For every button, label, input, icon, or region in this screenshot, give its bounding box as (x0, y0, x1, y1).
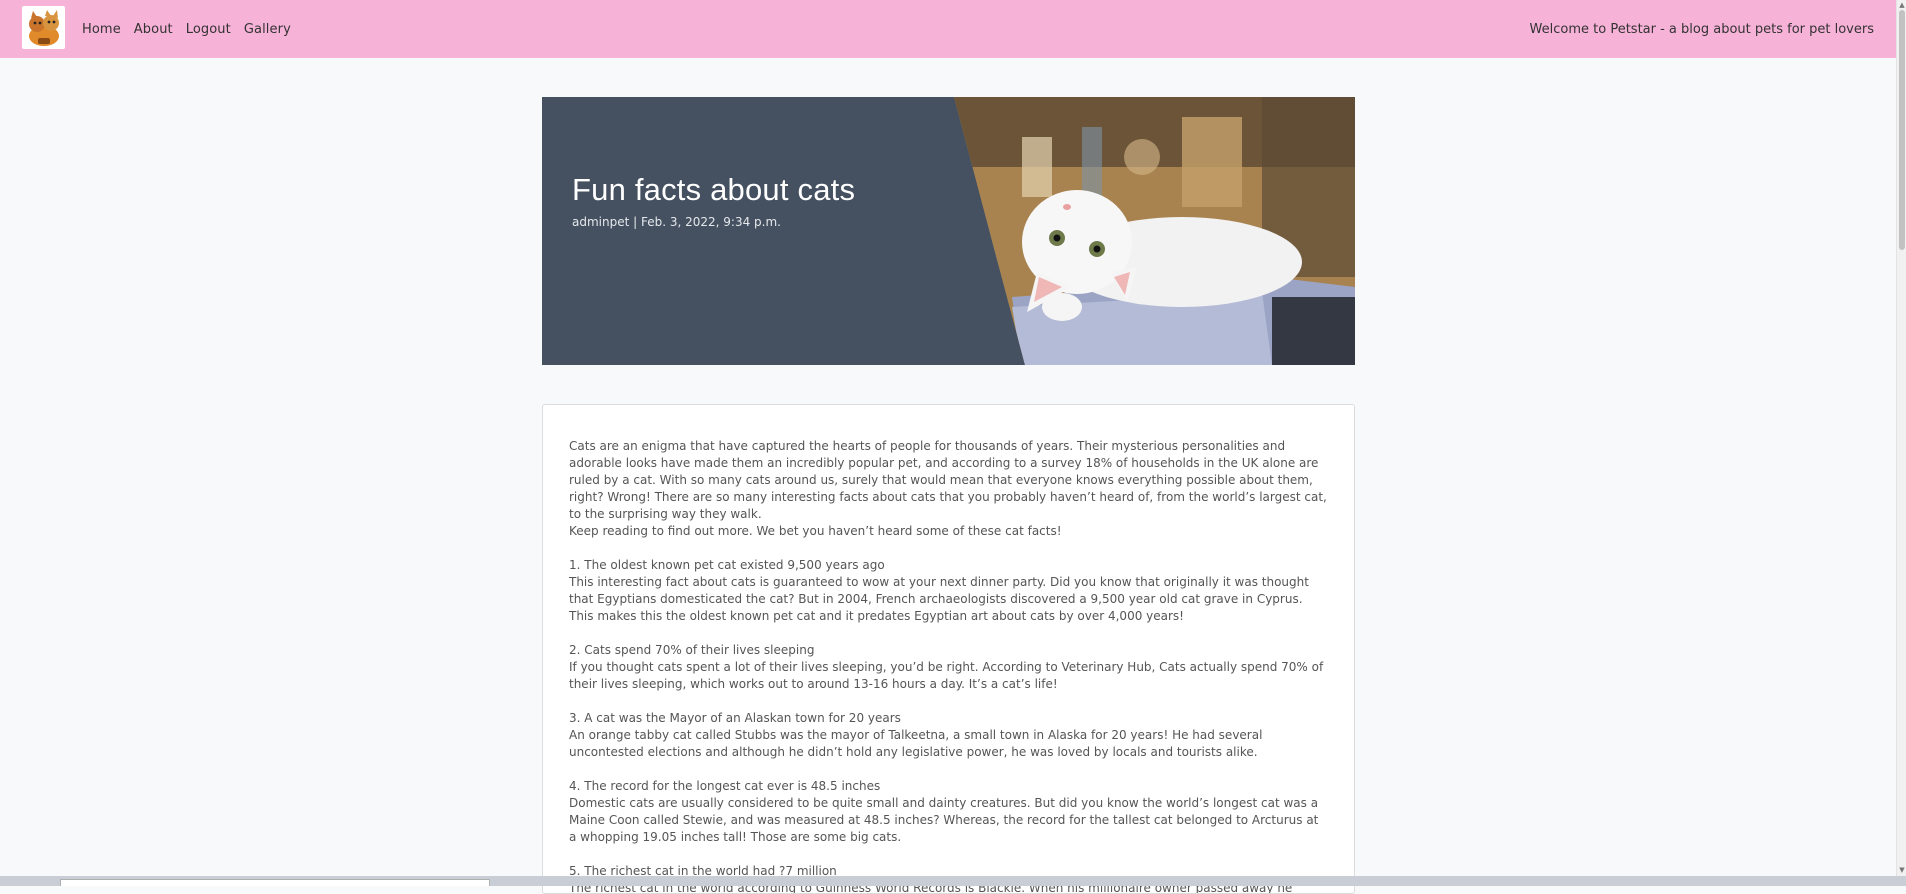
scroll-down-icon[interactable]: ▼ (1898, 866, 1906, 874)
fact-3: 3. A cat was the Mayor of an Alaskan tow… (569, 710, 1328, 761)
nav-link-gallery[interactable]: Gallery (244, 22, 291, 37)
scrollbar-thumb[interactable] (1899, 10, 1905, 250)
welcome-message: Welcome to Petstar - a blog about pets f… (1529, 21, 1874, 37)
post-content-card: Cats are an enigma that have captured th… (542, 404, 1355, 894)
fact-1: 1. The oldest known pet cat existed 9,50… (569, 557, 1328, 625)
white-kitten-photo (954, 97, 1355, 365)
bottom-input-field[interactable] (60, 879, 490, 886)
fact-heading: 3. A cat was the Mayor of an Alaskan tow… (569, 711, 901, 725)
post-hero: Fun facts about cats adminpet | Feb. 3, … (542, 97, 1355, 365)
fact-4: 4. The record for the longest cat ever i… (569, 778, 1328, 846)
post-intro-text: Cats are an enigma that have captured th… (569, 439, 1327, 521)
post-intro: Cats are an enigma that have captured th… (569, 438, 1328, 540)
fact-2: 2. Cats spend 70% of their lives sleepin… (569, 642, 1328, 693)
fact-heading: 1. The oldest known pet cat existed 9,50… (569, 558, 885, 572)
nav-links: Home About Logout Gallery (82, 0, 291, 58)
fact-body: This interesting fact about cats is guar… (569, 575, 1309, 623)
top-navbar: Home About Logout Gallery Welcome to Pet… (0, 0, 1896, 58)
fact-body: If you thought cats spent a lot of their… (569, 660, 1324, 691)
page-scrollbar[interactable]: ▲ ▼ (1896, 0, 1906, 876)
post-title: Fun facts about cats (572, 172, 856, 207)
post-body: Cats are an enigma that have captured th… (569, 438, 1328, 893)
fact-heading: 4. The record for the longest cat ever i… (569, 779, 881, 793)
nav-link-home[interactable]: Home (82, 22, 121, 37)
scroll-up-icon[interactable]: ▲ (1898, 1, 1906, 9)
post-meta: adminpet | Feb. 3, 2022, 9:34 p.m. (572, 215, 781, 229)
post-intro-text-2: Keep reading to find out more. We bet yo… (569, 524, 1062, 538)
cat-dog-logo-icon[interactable] (22, 6, 65, 49)
fact-body: An orange tabby cat called Stubbs was th… (569, 728, 1263, 759)
fact-body: Domestic cats are usually considered to … (569, 796, 1319, 844)
nav-link-logout[interactable]: Logout (186, 22, 231, 37)
nav-link-about[interactable]: About (134, 22, 173, 37)
fact-heading: 2. Cats spend 70% of their lives sleepin… (569, 643, 815, 657)
